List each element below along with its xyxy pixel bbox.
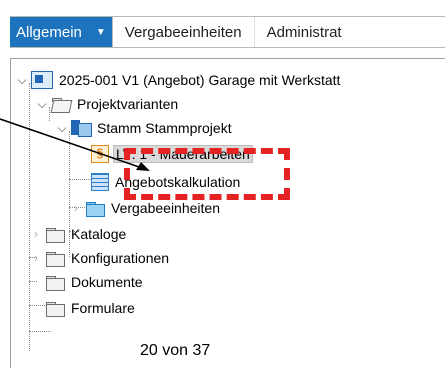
tree-node-kataloge[interactable]: › Kataloge: [29, 223, 128, 245]
chevron-down-icon[interactable]: ⌵: [15, 73, 29, 88]
folder-icon: [45, 250, 65, 267]
tree-node-projektvarianten[interactable]: ⌵ Projektvarianten: [35, 93, 180, 115]
tab-vergabeeinheiten[interactable]: Vergabeeinheiten: [111, 17, 254, 47]
tree-node-dokumente-label: Dokumente: [71, 274, 143, 290]
tree-node-root[interactable]: ⌵ 2025-001 V1 (Angebot) Garage mit Werks…: [15, 69, 342, 91]
tab-allgemein-label: Allgemein: [16, 23, 82, 41]
page-number: 20 von 37: [140, 342, 211, 359]
project-tree: ⌵ 2025-001 V1 (Angebot) Garage mit Werks…: [10, 58, 445, 368]
chevron-down-icon[interactable]: ⌵: [55, 121, 69, 136]
calculation-icon: [91, 173, 109, 191]
tree-node-vergabeeinheiten[interactable]: › Vergabeeinheiten: [69, 197, 222, 219]
tree-node-dokumente[interactable]: Dokumente: [43, 271, 145, 293]
tree-node-projektvarianten-label: Projektvarianten: [77, 96, 179, 112]
chevron-down-icon[interactable]: ⌵: [35, 97, 49, 112]
tree-node-kataloge-label: Kataloge: [71, 226, 127, 242]
folder-blue-icon: [85, 200, 105, 217]
caret-down-icon[interactable]: ▼: [96, 27, 106, 38]
tree-node-formulare-label: Formulare: [71, 300, 135, 316]
tree-node-formulare[interactable]: Formulare: [43, 297, 137, 319]
tree-node-vergabeeinheiten-label: Vergabeeinheiten: [111, 200, 220, 216]
tree-node-root-label: 2025-001 V1 (Angebot) Garage mit Werksta…: [59, 72, 341, 88]
folder-icon: [45, 274, 65, 291]
highlight-box: [124, 148, 290, 200]
lv-paragraph-icon: §: [91, 145, 109, 163]
stamm-project-icon: [71, 120, 92, 137]
tab-administration[interactable]: Administrat: [253, 17, 354, 47]
project-icon: [31, 71, 53, 89]
chevron-right-icon[interactable]: ›: [29, 251, 43, 265]
folder-icon: [45, 300, 65, 317]
tree-node-konfigurationen[interactable]: › Konfigurationen: [29, 247, 171, 269]
tree-node-stamm-label: Stamm Stammprojekt: [97, 120, 232, 136]
tab-allgemein[interactable]: Allgemein ▼: [10, 17, 112, 47]
chevron-right-icon[interactable]: ›: [69, 201, 83, 215]
chevron-right-icon[interactable]: ›: [29, 227, 43, 241]
tab-bar: Allgemein ▼ Vergabeeinheiten Administrat: [10, 16, 445, 48]
tree-node-stamm[interactable]: ⌵ Stamm Stammprojekt: [55, 117, 234, 139]
folder-open-icon: [50, 96, 73, 113]
folder-icon: [45, 226, 65, 243]
tree-node-konfigurationen-label: Konfigurationen: [71, 250, 170, 266]
